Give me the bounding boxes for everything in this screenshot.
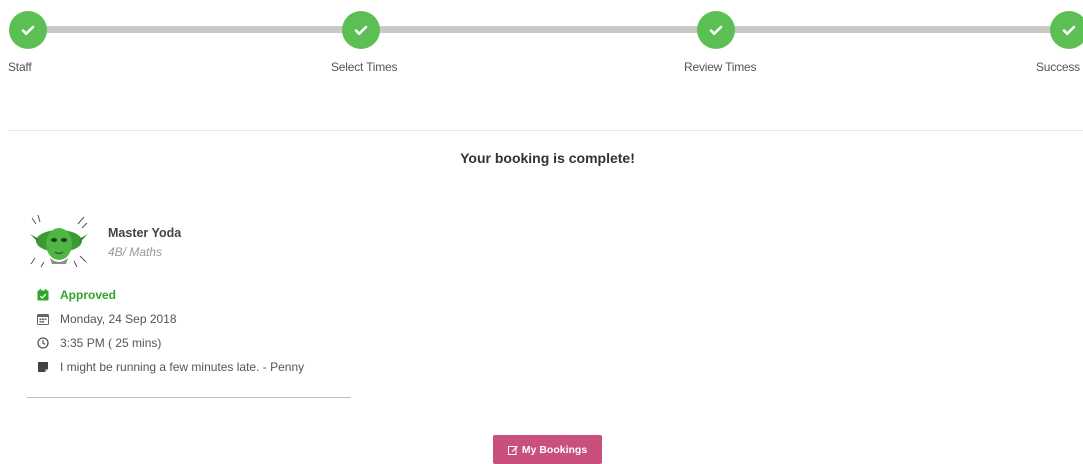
card-divider xyxy=(27,397,351,398)
step-label-success: Success xyxy=(1036,60,1080,74)
edit-icon xyxy=(507,445,518,455)
booking-time-text: 3:35 PM ( 25 mins) xyxy=(60,336,162,350)
step-label-review-times: Review Times xyxy=(684,60,757,74)
booking-date: Monday, 24 Sep 2018 xyxy=(37,312,177,326)
staff-avatar xyxy=(30,214,88,268)
step-label-staff: Staff xyxy=(8,60,32,74)
booking-status-label: Approved xyxy=(60,288,117,302)
page-title: Your booking is complete! xyxy=(460,150,635,166)
my-bookings-button[interactable]: My Bookings xyxy=(493,435,602,464)
stepper-track xyxy=(28,26,1073,33)
booking-note: I might be running a few minutes late. -… xyxy=(37,360,304,374)
sticky-note-icon xyxy=(37,361,49,373)
booking-date-text: Monday, 24 Sep 2018 xyxy=(60,312,177,326)
progress-stepper: Staff Select Times Review Times Success xyxy=(0,0,1083,80)
booking-time: 3:35 PM ( 25 mins) xyxy=(37,336,161,350)
step-staff-check-icon xyxy=(9,11,47,49)
step-label-select-times: Select Times xyxy=(331,60,398,74)
step-select-times-check-icon xyxy=(342,11,380,49)
booking-status: Approved xyxy=(37,288,116,302)
step-success-check-icon xyxy=(1050,11,1083,49)
booking-note-text: I might be running a few minutes late. -… xyxy=(60,360,305,374)
booking-success-page: Staff Select Times Review Times Success … xyxy=(0,0,1083,464)
my-bookings-label: My Bookings xyxy=(521,443,588,456)
calendar-icon xyxy=(37,313,49,325)
calendar-check-icon xyxy=(37,289,49,301)
section-divider xyxy=(8,130,1083,131)
staff-name: Master Yoda xyxy=(108,226,182,240)
staff-class-subject: 4B/ Maths xyxy=(108,245,163,259)
clock-icon xyxy=(37,337,49,349)
step-review-times-check-icon xyxy=(697,11,735,49)
